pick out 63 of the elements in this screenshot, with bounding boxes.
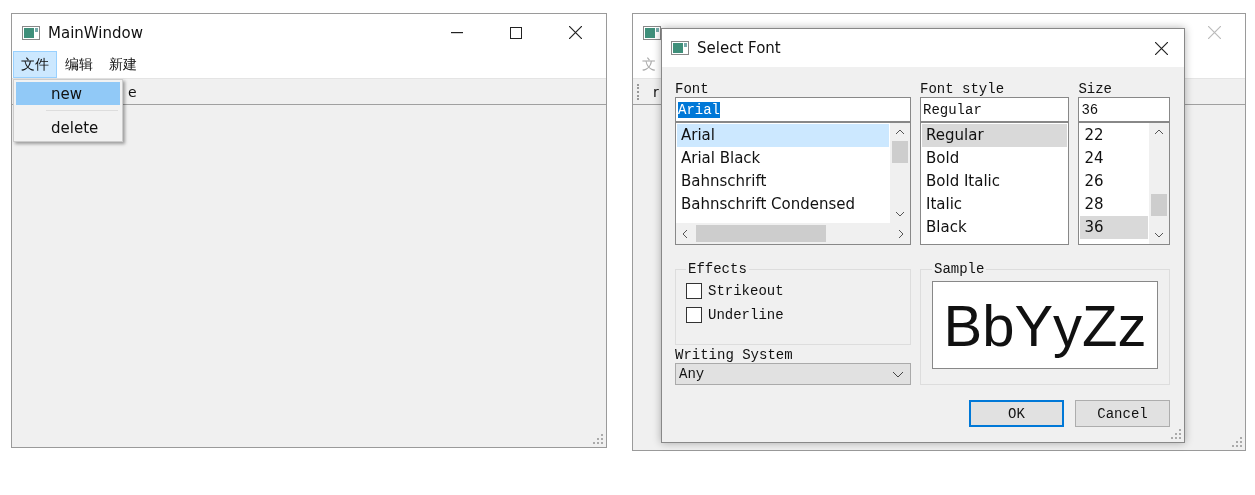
minimize-icon[interactable] <box>451 31 463 34</box>
checkbox[interactable]: Underline <box>686 307 900 323</box>
text-field[interactable]: Arial <box>675 97 911 122</box>
scroll-left-icon[interactable] <box>682 228 688 239</box>
resize-grip-icon[interactable] <box>1171 429 1181 439</box>
field-value: Arial <box>678 101 720 118</box>
field-value: 36 <box>1081 101 1099 118</box>
list-item[interactable]: Black <box>922 216 1068 239</box>
scrollbar-thumb[interactable] <box>696 225 826 242</box>
group-title: Effects <box>687 261 748 277</box>
list-item[interactable]: 24 <box>1080 147 1148 170</box>
field-label: Font style <box>920 81 1006 97</box>
resize-grip-icon[interactable] <box>1232 437 1242 447</box>
close-icon[interactable] <box>569 26 582 39</box>
toolbar-button[interactable]: e <box>128 83 137 100</box>
chevron-down-icon <box>892 370 904 378</box>
close-icon[interactable] <box>1155 41 1168 55</box>
list-item[interactable]: Bahnschrift <box>677 170 889 193</box>
list-item[interactable]: Arial Black <box>677 147 889 170</box>
menu-item[interactable]: 编辑 <box>57 51 101 78</box>
scroll-down-icon[interactable] <box>895 211 905 217</box>
scrollbar[interactable] <box>1149 123 1169 244</box>
window-title: MainWindow <box>48 23 143 42</box>
list-item[interactable]: 26 <box>1080 170 1148 193</box>
maximize-icon[interactable] <box>510 26 522 39</box>
toolbar-button[interactable]: r <box>653 83 659 100</box>
list-item[interactable]: 22 <box>1080 124 1148 147</box>
scrollbar-thumb[interactable] <box>892 141 908 163</box>
menu-item[interactable]: 新建 <box>101 51 145 78</box>
scrollbar-thumb[interactable] <box>1151 194 1167 216</box>
list-item[interactable]: Bold <box>922 147 1068 170</box>
dialog-button[interactable]: OK <box>969 400 1064 427</box>
list-item[interactable]: Arial <box>677 124 889 147</box>
dropdown[interactable]: Any <box>675 363 911 385</box>
resize-grip-icon[interactable] <box>593 434 603 444</box>
list-item[interactable]: 28 <box>1080 193 1148 216</box>
scrollbar[interactable] <box>890 123 910 223</box>
field-label: Writing System <box>675 347 794 363</box>
checkbox[interactable]: Strikeout <box>686 283 900 299</box>
group-title: Sample <box>933 261 986 277</box>
dialog-title: Select Font <box>697 39 781 57</box>
list-item[interactable]: Italic <box>922 193 1068 216</box>
scroll-up-icon[interactable] <box>895 129 905 135</box>
text-field[interactable]: Regular <box>920 97 1070 122</box>
scrollbar[interactable] <box>676 223 910 244</box>
window-icon <box>22 25 40 40</box>
text-field[interactable]: 36 <box>1078 97 1170 122</box>
menu-item[interactable]: 文件 <box>13 51 57 78</box>
list-item[interactable]: Regular <box>922 124 1068 147</box>
menu-entry[interactable]: new <box>16 82 120 105</box>
list-item[interactable]: Bold Italic <box>922 170 1068 193</box>
field-label: Size <box>1078 81 1113 97</box>
field-label: Font <box>675 81 710 97</box>
list-item[interactable]: 36 <box>1080 216 1148 239</box>
sample-preview: BbYyZz <box>932 281 1158 369</box>
menu-entry[interactable]: delete <box>16 116 120 139</box>
scroll-right-icon[interactable] <box>898 228 904 239</box>
dialog-button[interactable]: Cancel <box>1075 400 1170 427</box>
scroll-down-icon[interactable] <box>1154 232 1164 238</box>
field-value: Regular <box>923 101 982 118</box>
scroll-up-icon[interactable] <box>1154 129 1164 135</box>
list-item[interactable]: Bahnschrift Condensed <box>677 193 889 216</box>
window-icon <box>671 41 689 55</box>
